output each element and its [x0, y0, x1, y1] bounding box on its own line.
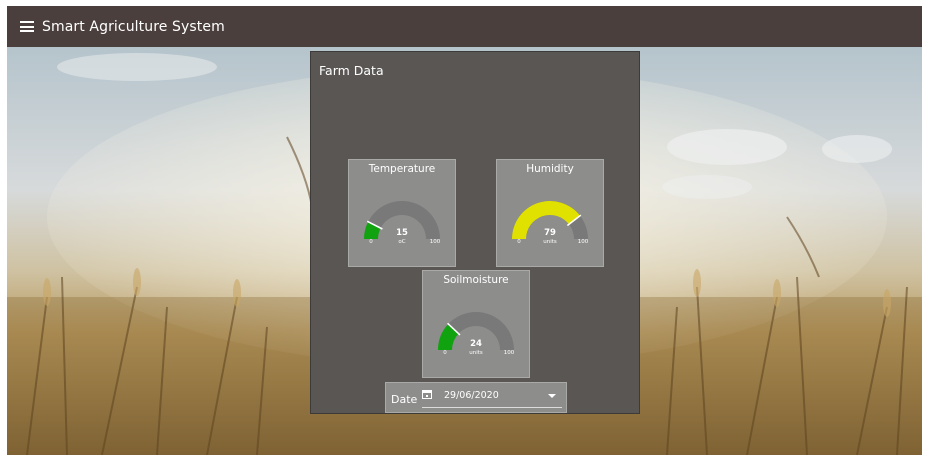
hamburger-icon[interactable] — [20, 21, 34, 32]
date-field[interactable]: 29/06/2020 — [422, 388, 562, 408]
app-window: Smart Agriculture System Farm Data Tempe… — [7, 6, 922, 455]
gauge-min-label: 0 — [517, 239, 521, 245]
date-picker: Date 29/06/2020 — [385, 382, 567, 413]
temperature-gauge-card: Temperature 15 oC 0 100 — [348, 159, 456, 267]
gauge-value: 79 — [544, 228, 556, 238]
gauge-unit: units — [469, 350, 483, 356]
gauge: 79units 0 100 — [512, 201, 589, 245]
gauge-value: 24 — [470, 339, 482, 349]
gauge-unit: oC — [398, 239, 405, 245]
soilmoisture-gauge-card: Soilmoisture 24 units 0 100 — [422, 270, 530, 378]
panel-title: Farm Data — [319, 63, 384, 78]
gauge-max-label: 100 — [578, 239, 589, 245]
date-label: Date — [391, 393, 418, 406]
gauge: 15oC 0 100 — [364, 201, 441, 245]
farm-data-panel: Farm Data Temperature 15 oC 0 100 Humidity … — [310, 51, 640, 414]
gauge-min-label: 0 — [369, 239, 373, 245]
date-value: 29/06/2020 — [444, 390, 499, 401]
gauge-unit: units — [543, 239, 557, 245]
gauge-max-label: 100 — [430, 239, 441, 245]
app-title: Smart Agriculture System — [42, 18, 225, 35]
humidity-gauge-card: Humidity 79 units 0 100 — [496, 159, 604, 267]
top-app-bar: Smart Agriculture System — [7, 6, 922, 47]
gauge-max-label: 100 — [504, 350, 515, 356]
calendar-icon[interactable] — [422, 390, 432, 399]
gauge-value: 15 — [396, 228, 408, 238]
gauge-min-label: 0 — [443, 350, 447, 356]
gauge: 24units 0 100 — [438, 312, 515, 356]
dropdown-arrow-icon[interactable] — [548, 394, 556, 398]
